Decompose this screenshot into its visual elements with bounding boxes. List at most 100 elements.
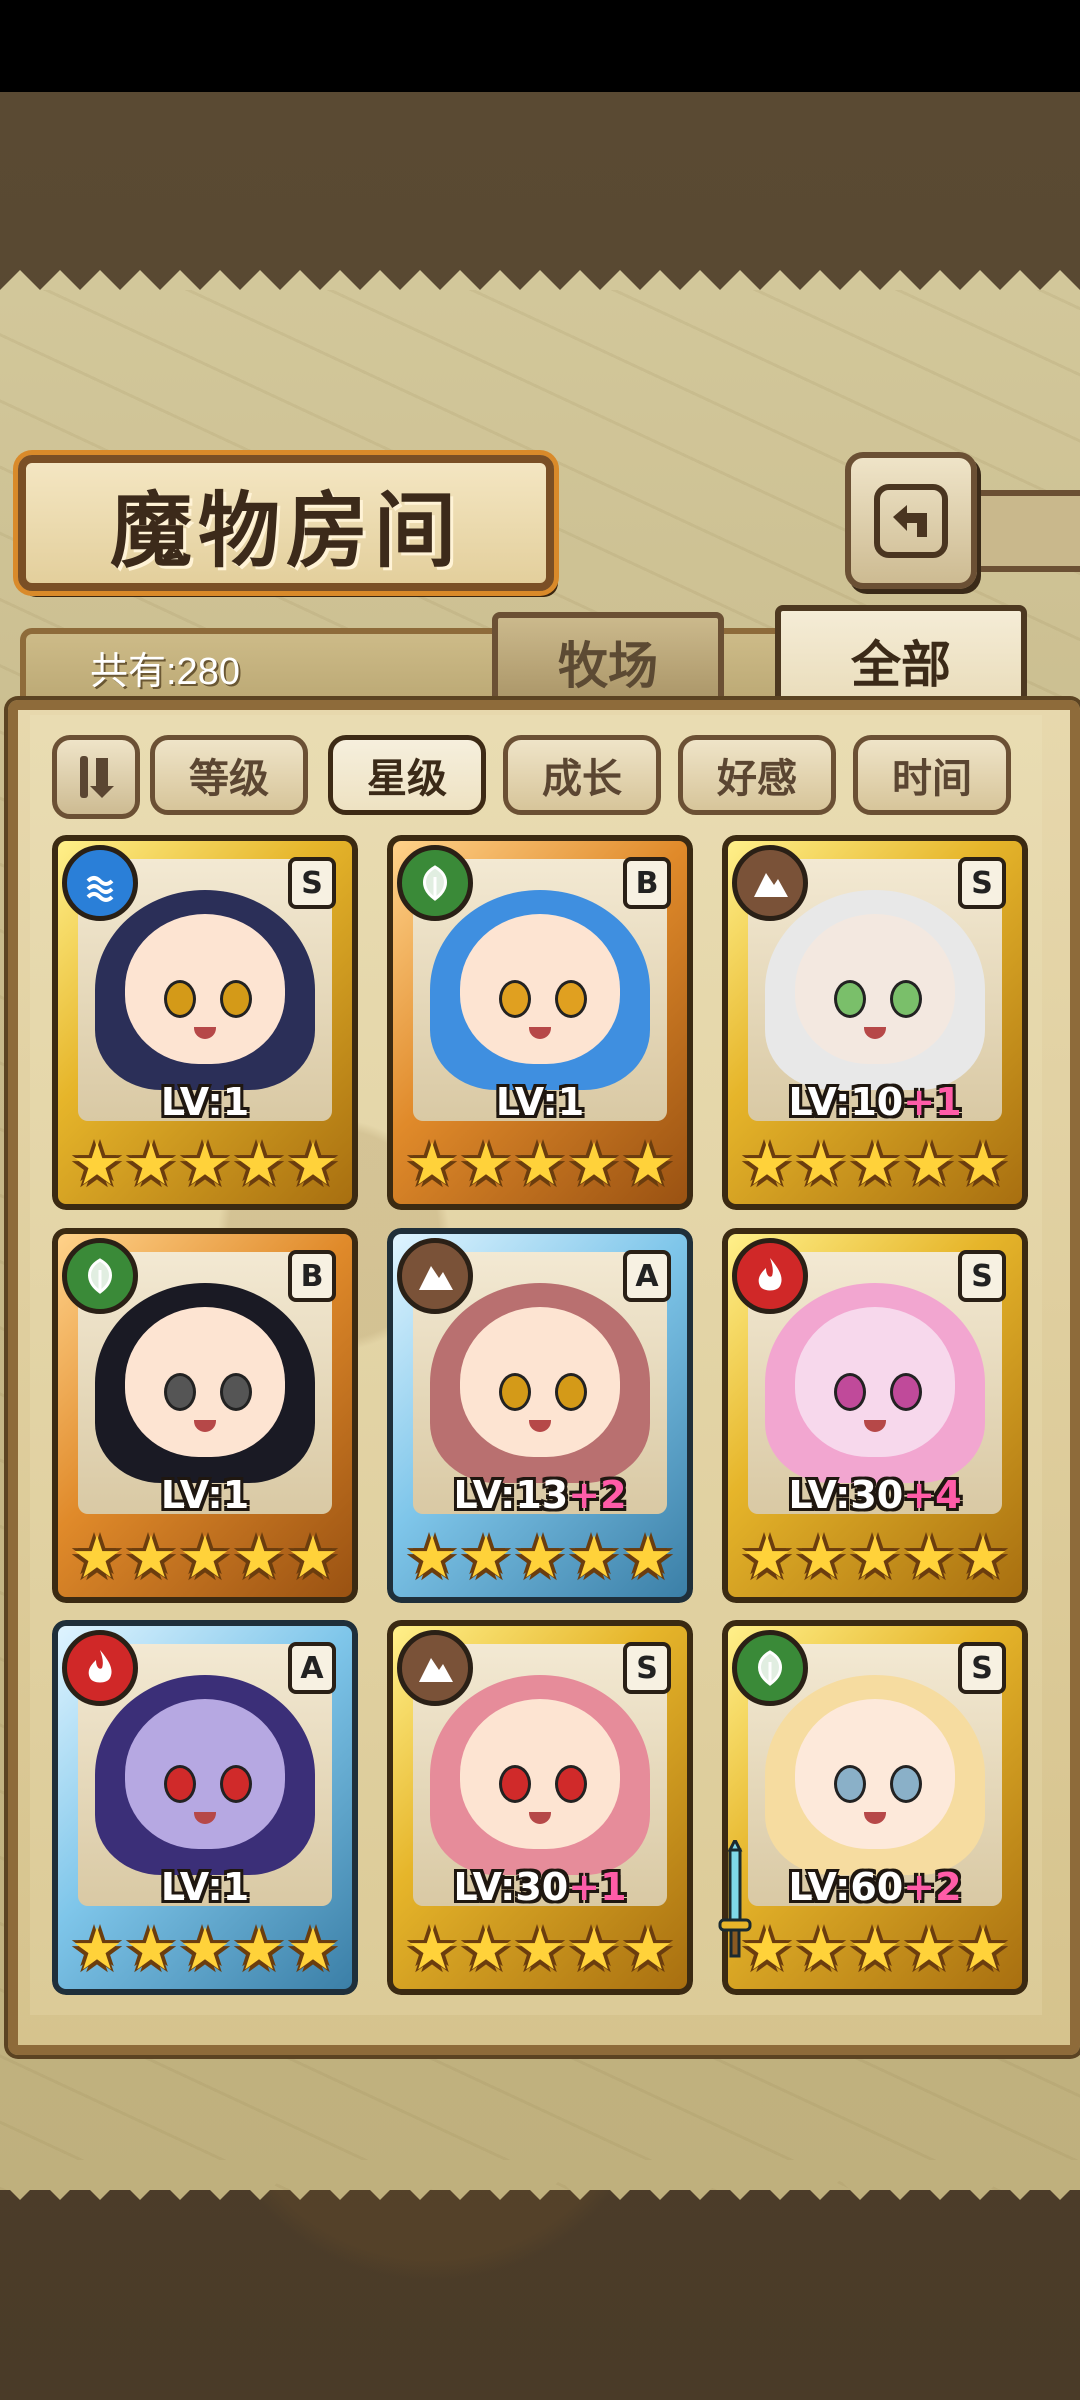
fire-element-icon bbox=[732, 1238, 808, 1314]
star-icon: ★ bbox=[125, 1915, 177, 1983]
star-icon: ★ bbox=[514, 1130, 566, 1198]
tab-all[interactable]: 全部 bbox=[775, 605, 1027, 711]
star-icon: ★ bbox=[460, 1915, 512, 1983]
star-icon: ★ bbox=[71, 1915, 123, 1983]
rank-badge: S bbox=[288, 857, 336, 909]
level-bonus: +2 bbox=[903, 1865, 962, 1909]
level-value: LV:1 bbox=[495, 1080, 585, 1124]
monster-card[interactable]: S LV:30+1 ★ ★ ★ ★ ★ bbox=[387, 1620, 693, 1995]
rank-badge: S bbox=[958, 1250, 1006, 1302]
return-arrow-icon bbox=[874, 483, 948, 558]
status-bar bbox=[0, 0, 1080, 92]
sort-order-icon bbox=[80, 756, 114, 798]
monster-card[interactable]: S LV:1 ★ ★ ★ ★ ★ bbox=[52, 835, 358, 1210]
star-icon: ★ bbox=[125, 1523, 177, 1591]
sort-growth-label: 成长 bbox=[542, 755, 622, 802]
sort-star-button[interactable]: 星级 bbox=[328, 735, 486, 815]
star-rating: ★ ★ ★ ★ ★ bbox=[741, 1523, 1009, 1591]
sort-time-button[interactable]: 时间 bbox=[853, 735, 1011, 815]
tab-ranch[interactable]: 牧场 bbox=[492, 612, 724, 706]
rank-badge: S bbox=[958, 1642, 1006, 1694]
monster-card[interactable]: S LV:30+4 ★ ★ ★ ★ ★ bbox=[722, 1228, 1028, 1603]
level-label: LV:10+1 bbox=[722, 1080, 1028, 1124]
star-rating: ★ ★ ★ ★ ★ bbox=[741, 1130, 1009, 1198]
level-value: LV:1 bbox=[160, 1473, 250, 1517]
star-icon: ★ bbox=[903, 1523, 955, 1591]
level-value: LV:13 bbox=[453, 1473, 569, 1517]
star-icon: ★ bbox=[849, 1130, 901, 1198]
star-rating: ★ ★ ★ ★ ★ bbox=[71, 1915, 339, 1983]
level-value: LV:60 bbox=[788, 1865, 904, 1909]
monster-card[interactable]: B LV:1 ★ ★ ★ ★ ★ bbox=[52, 1228, 358, 1603]
monster-card[interactable]: S LV:60+2 ★ ★ ★ ★ ★ bbox=[722, 1620, 1028, 1995]
sort-affection-button[interactable]: 好感 bbox=[678, 735, 836, 815]
star-rating: ★ ★ ★ ★ ★ bbox=[71, 1130, 339, 1198]
level-bonus: +1 bbox=[903, 1080, 962, 1124]
monster-card[interactable]: A LV:1 ★ ★ ★ ★ ★ bbox=[52, 1620, 358, 1995]
star-icon: ★ bbox=[287, 1523, 339, 1591]
monster-count: 共有:280 bbox=[90, 651, 240, 693]
star-icon: ★ bbox=[903, 1130, 955, 1198]
star-icon: ★ bbox=[514, 1523, 566, 1591]
level-label: LV:1 bbox=[387, 1080, 693, 1124]
fire-element-icon bbox=[62, 1630, 138, 1706]
star-icon: ★ bbox=[71, 1523, 123, 1591]
level-label: LV:13+2 bbox=[387, 1473, 693, 1517]
rank-badge: B bbox=[288, 1250, 336, 1302]
wood-element-icon bbox=[732, 1630, 808, 1706]
level-bonus: +1 bbox=[568, 1865, 627, 1909]
star-icon: ★ bbox=[406, 1130, 458, 1198]
star-icon: ★ bbox=[287, 1130, 339, 1198]
level-value: LV:30 bbox=[788, 1473, 904, 1517]
star-icon: ★ bbox=[957, 1130, 1009, 1198]
star-icon: ★ bbox=[849, 1915, 901, 1983]
monster-card[interactable]: S LV:10+1 ★ ★ ★ ★ ★ bbox=[722, 835, 1028, 1210]
sort-growth-button[interactable]: 成长 bbox=[503, 735, 661, 815]
star-icon: ★ bbox=[622, 1915, 674, 1983]
rank-badge: S bbox=[623, 1642, 671, 1694]
star-icon: ★ bbox=[233, 1523, 285, 1591]
level-bonus: +4 bbox=[903, 1473, 962, 1517]
sort-level-button[interactable]: 等级 bbox=[150, 735, 308, 815]
level-label: LV:1 bbox=[52, 1865, 358, 1909]
star-icon: ★ bbox=[179, 1915, 231, 1983]
star-icon: ★ bbox=[957, 1915, 1009, 1983]
level-bonus: +2 bbox=[568, 1473, 627, 1517]
sort-time-label: 时间 bbox=[892, 755, 972, 802]
star-icon: ★ bbox=[460, 1523, 512, 1591]
monster-card[interactable]: B LV:1 ★ ★ ★ ★ ★ bbox=[387, 835, 693, 1210]
star-icon: ★ bbox=[71, 1130, 123, 1198]
star-icon: ★ bbox=[179, 1523, 231, 1591]
star-icon: ★ bbox=[741, 1523, 793, 1591]
monster-card[interactable]: A LV:13+2 ★ ★ ★ ★ ★ bbox=[387, 1228, 693, 1603]
sort-order-toggle[interactable] bbox=[52, 735, 140, 819]
sort-level-label: 等级 bbox=[189, 755, 269, 802]
tab-ranch-label: 牧场 bbox=[558, 636, 658, 695]
star-icon: ★ bbox=[741, 1130, 793, 1198]
back-button-rail bbox=[965, 490, 1080, 572]
earth-element-icon bbox=[732, 845, 808, 921]
star-icon: ★ bbox=[622, 1523, 674, 1591]
sort-affection-label: 好感 bbox=[717, 755, 797, 802]
star-icon: ★ bbox=[622, 1130, 674, 1198]
star-icon: ★ bbox=[406, 1915, 458, 1983]
level-label: LV:1 bbox=[52, 1473, 358, 1517]
rank-badge: B bbox=[623, 857, 671, 909]
rank-badge: A bbox=[623, 1250, 671, 1302]
earth-element-icon bbox=[397, 1630, 473, 1706]
back-button[interactable] bbox=[845, 452, 977, 589]
level-label: LV:60+2 bbox=[722, 1865, 1028, 1909]
star-icon: ★ bbox=[957, 1523, 1009, 1591]
level-value: LV:30 bbox=[453, 1865, 569, 1909]
star-icon: ★ bbox=[287, 1915, 339, 1983]
level-value: LV:1 bbox=[160, 1865, 250, 1909]
star-icon: ★ bbox=[233, 1130, 285, 1198]
level-value: LV:1 bbox=[160, 1080, 250, 1124]
star-icon: ★ bbox=[406, 1523, 458, 1591]
star-icon: ★ bbox=[179, 1130, 231, 1198]
star-icon: ★ bbox=[568, 1523, 620, 1591]
wood-element-icon bbox=[397, 845, 473, 921]
earth-element-icon bbox=[397, 1238, 473, 1314]
level-label: LV:1 bbox=[52, 1080, 358, 1124]
rank-badge: S bbox=[958, 857, 1006, 909]
